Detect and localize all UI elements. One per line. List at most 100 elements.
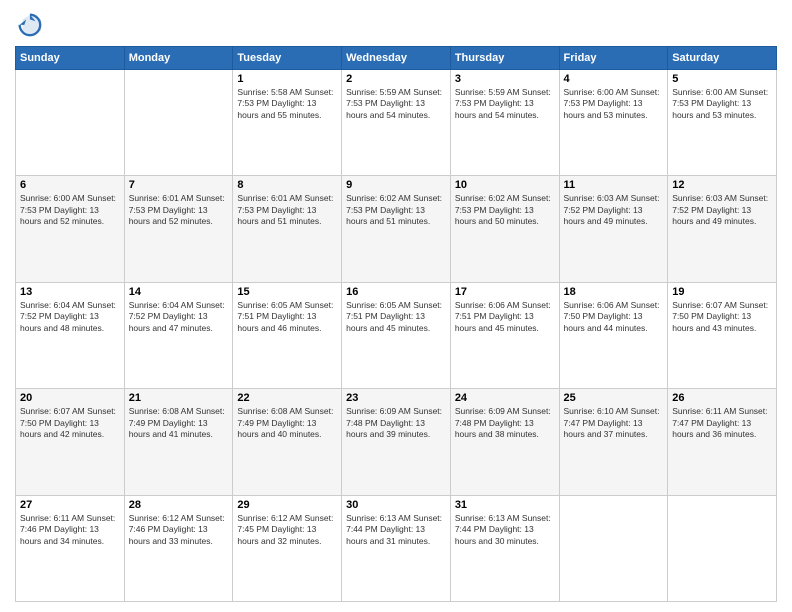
day-detail: Sunrise: 6:13 AM Sunset: 7:44 PM Dayligh… [455,513,555,547]
calendar-cell: 1 Sunrise: 5:58 AM Sunset: 7:53 PM Daylig… [233,70,342,176]
day-detail: Sunrise: 6:11 AM Sunset: 7:46 PM Dayligh… [20,513,120,547]
calendar-cell: 11Sunrise: 6:03 AM Sunset: 7:52 PM Dayli… [559,176,668,282]
day-number: 15 [237,286,337,298]
day-detail: Sunrise: 6:08 AM Sunset: 7:49 PM Dayligh… [129,406,229,440]
page: SundayMondayTuesdayWednesdayThursdayFrid… [0,0,792,612]
day-detail: Sunrise: 5:58 AM Sunset: 7:53 PM Dayligh… [237,87,337,121]
calendar-cell: 9Sunrise: 6:02 AM Sunset: 7:53 PM Daylig… [342,176,451,282]
calendar-cell: 31 Sunrise: 6:13 AM Sunset: 7:44 PM Dayli… [450,495,559,601]
calendar-cell: 17 Sunrise: 6:06 AM Sunset: 7:51 PM Dayli… [450,282,559,388]
week-row-2: 6 Sunrise: 6:00 AM Sunset: 7:53 PM Daylig… [16,176,777,282]
day-number: 6 [20,179,120,191]
day-number: 25 [564,392,664,404]
day-detail: Sunrise: 6:04 AM Sunset: 7:52 PM Dayligh… [20,300,120,334]
calendar-cell: 27 Sunrise: 6:11 AM Sunset: 7:46 PM Dayli… [16,495,125,601]
day-number: 30 [346,499,446,511]
weekday-header-tuesday: Tuesday [233,47,342,70]
week-row-4: 20 Sunrise: 6:07 AM Sunset: 7:50 PM Dayli… [16,389,777,495]
day-number: 23 [346,392,446,404]
calendar-cell: 13 Sunrise: 6:04 AM Sunset: 7:52 PM Dayli… [16,282,125,388]
calendar-cell: 12 Sunrise: 6:03 AM Sunset: 7:52 PM Dayli… [668,176,777,282]
day-detail: Sunrise: 5:59 AM Sunset: 7:53 PM Dayligh… [346,87,446,121]
day-number: 5 [672,73,772,85]
logo-icon [15,10,43,38]
day-number: 31 [455,499,555,511]
day-detail: Sunrise: 6:01 AM Sunset: 7:53 PM Dayligh… [237,193,337,227]
day-number: 8 [237,179,337,191]
day-number: 17 [455,286,555,298]
day-detail: Sunrise: 6:01 AM Sunset: 7:53 PM Dayligh… [129,193,229,227]
calendar-cell: 23 Sunrise: 6:09 AM Sunset: 7:48 PM Dayli… [342,389,451,495]
logo [15,10,45,38]
weekday-header-sunday: Sunday [16,47,125,70]
day-detail: Sunrise: 6:12 AM Sunset: 7:45 PM Dayligh… [237,513,337,547]
day-number: 18 [564,286,664,298]
day-number: 14 [129,286,229,298]
weekday-header-thursday: Thursday [450,47,559,70]
calendar-cell: 14 Sunrise: 6:04 AM Sunset: 7:52 PM Dayli… [124,282,233,388]
calendar-cell [668,495,777,601]
calendar-cell: 10Sunrise: 6:02 AM Sunset: 7:53 PM Dayli… [450,176,559,282]
weekday-header-monday: Monday [124,47,233,70]
day-number: 4 [564,73,664,85]
day-detail: Sunrise: 6:07 AM Sunset: 7:50 PM Dayligh… [20,406,120,440]
calendar-cell: 29 Sunrise: 6:12 AM Sunset: 7:45 PM Dayli… [233,495,342,601]
day-detail: Sunrise: 6:11 AM Sunset: 7:47 PM Dayligh… [672,406,772,440]
day-number: 7 [129,179,229,191]
day-detail: Sunrise: 6:09 AM Sunset: 7:48 PM Dayligh… [455,406,555,440]
week-row-1: 1 Sunrise: 5:58 AM Sunset: 7:53 PM Daylig… [16,70,777,176]
calendar-cell: 28Sunrise: 6:12 AM Sunset: 7:46 PM Dayli… [124,495,233,601]
day-number: 20 [20,392,120,404]
calendar-table: SundayMondayTuesdayWednesdayThursdayFrid… [15,46,777,602]
day-detail: Sunrise: 6:00 AM Sunset: 7:53 PM Dayligh… [20,193,120,227]
day-detail: Sunrise: 6:02 AM Sunset: 7:53 PM Dayligh… [346,193,446,227]
day-number: 27 [20,499,120,511]
calendar-cell: 24 Sunrise: 6:09 AM Sunset: 7:48 PM Dayli… [450,389,559,495]
day-number: 19 [672,286,772,298]
day-number: 10 [455,179,555,191]
calendar-cell: 4 Sunrise: 6:00 AM Sunset: 7:53 PM Daylig… [559,70,668,176]
day-detail: Sunrise: 6:04 AM Sunset: 7:52 PM Dayligh… [129,300,229,334]
day-number: 22 [237,392,337,404]
day-number: 1 [237,73,337,85]
calendar-cell: 25Sunrise: 6:10 AM Sunset: 7:47 PM Dayli… [559,389,668,495]
day-detail: Sunrise: 6:00 AM Sunset: 7:53 PM Dayligh… [564,87,664,121]
calendar-cell: 26 Sunrise: 6:11 AM Sunset: 7:47 PM Dayli… [668,389,777,495]
day-detail: Sunrise: 6:00 AM Sunset: 7:53 PM Dayligh… [672,87,772,121]
day-detail: Sunrise: 6:12 AM Sunset: 7:46 PM Dayligh… [129,513,229,547]
weekday-header-saturday: Saturday [668,47,777,70]
calendar-cell: 16 Sunrise: 6:05 AM Sunset: 7:51 PM Dayli… [342,282,451,388]
day-detail: Sunrise: 6:13 AM Sunset: 7:44 PM Dayligh… [346,513,446,547]
weekday-header-row: SundayMondayTuesdayWednesdayThursdayFrid… [16,47,777,70]
day-detail: Sunrise: 6:05 AM Sunset: 7:51 PM Dayligh… [237,300,337,334]
day-number: 13 [20,286,120,298]
calendar-cell: 8 Sunrise: 6:01 AM Sunset: 7:53 PM Daylig… [233,176,342,282]
calendar-cell: 30 Sunrise: 6:13 AM Sunset: 7:44 PM Dayli… [342,495,451,601]
day-detail: Sunrise: 6:03 AM Sunset: 7:52 PM Dayligh… [672,193,772,227]
day-detail: Sunrise: 6:08 AM Sunset: 7:49 PM Dayligh… [237,406,337,440]
calendar-cell: 19 Sunrise: 6:07 AM Sunset: 7:50 PM Dayli… [668,282,777,388]
calendar-cell: 7 Sunrise: 6:01 AM Sunset: 7:53 PM Daylig… [124,176,233,282]
calendar-cell: 15 Sunrise: 6:05 AM Sunset: 7:51 PM Dayli… [233,282,342,388]
calendar-cell: 20 Sunrise: 6:07 AM Sunset: 7:50 PM Dayli… [16,389,125,495]
day-number: 29 [237,499,337,511]
header [15,10,777,38]
day-number: 26 [672,392,772,404]
day-number: 16 [346,286,446,298]
day-detail: Sunrise: 6:03 AM Sunset: 7:52 PM Dayligh… [564,193,664,227]
calendar-cell: 6 Sunrise: 6:00 AM Sunset: 7:53 PM Daylig… [16,176,125,282]
week-row-5: 27 Sunrise: 6:11 AM Sunset: 7:46 PM Dayli… [16,495,777,601]
day-detail: Sunrise: 6:07 AM Sunset: 7:50 PM Dayligh… [672,300,772,334]
week-row-3: 13 Sunrise: 6:04 AM Sunset: 7:52 PM Dayli… [16,282,777,388]
calendar-cell: 21Sunrise: 6:08 AM Sunset: 7:49 PM Dayli… [124,389,233,495]
day-detail: Sunrise: 6:06 AM Sunset: 7:51 PM Dayligh… [455,300,555,334]
weekday-header-wednesday: Wednesday [342,47,451,70]
day-number: 12 [672,179,772,191]
calendar-cell: 22 Sunrise: 6:08 AM Sunset: 7:49 PM Dayli… [233,389,342,495]
day-detail: Sunrise: 6:06 AM Sunset: 7:50 PM Dayligh… [564,300,664,334]
day-detail: Sunrise: 6:09 AM Sunset: 7:48 PM Dayligh… [346,406,446,440]
weekday-header-friday: Friday [559,47,668,70]
day-number: 3 [455,73,555,85]
day-detail: Sunrise: 6:05 AM Sunset: 7:51 PM Dayligh… [346,300,446,334]
day-number: 24 [455,392,555,404]
